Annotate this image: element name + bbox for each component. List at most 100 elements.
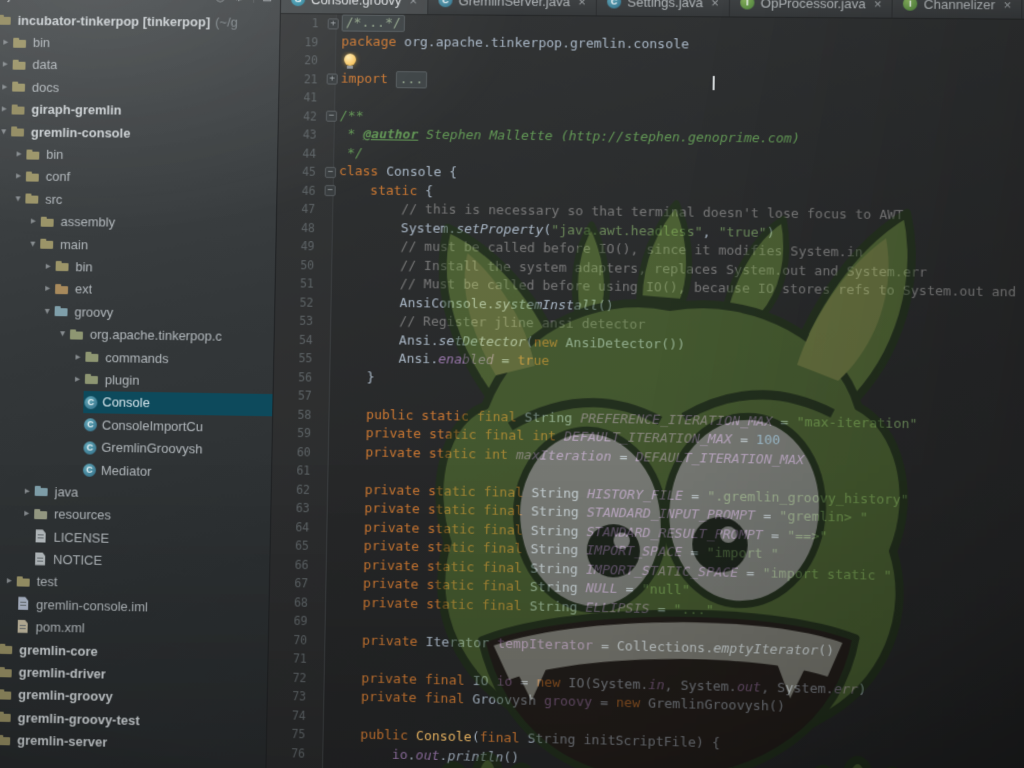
tree-item-content: bin xyxy=(54,255,275,280)
class-icon: C xyxy=(83,441,96,454)
fold-marker xyxy=(318,387,335,406)
chevron-right-icon[interactable]: ▸ xyxy=(0,37,12,48)
tree-item-label: conf xyxy=(46,169,71,184)
fold-marker[interactable]: − xyxy=(321,181,338,200)
fold-marker xyxy=(322,144,339,163)
tab-gremlinserver-java[interactable]: C GremlinServer.java × xyxy=(428,0,597,15)
line-number: 47 xyxy=(277,200,321,219)
folder-icon xyxy=(11,79,28,95)
chevron-right-icon[interactable]: ▸ xyxy=(71,351,84,362)
tree-item-bin[interactable]: ▸bin xyxy=(0,142,277,168)
tree-item-incubator-tinkerpop-tinkerpo[interactable]: ▾incubator-tinkerpop [tinkerpop](~/g xyxy=(0,9,280,34)
line-number: 71 xyxy=(268,649,313,669)
chevron-down-icon[interactable]: ▾ xyxy=(0,126,10,137)
tree-item-giraph-gremlin[interactable]: ▸giraph-gremlin xyxy=(0,98,278,123)
close-icon[interactable]: × xyxy=(1003,0,1011,12)
chevron-right-icon[interactable]: ▸ xyxy=(41,283,54,294)
chevron-right-icon[interactable]: ▸ xyxy=(12,171,25,182)
fold-marker xyxy=(319,293,336,312)
line-number: 42 xyxy=(279,107,323,126)
fold-marker xyxy=(316,462,333,481)
tree-item-gremlin-console[interactable]: ▾ gremlin-console xyxy=(0,120,278,146)
ide-window: Project ▾ ◎ ⚙ ⊟ ▾incubator-tinkerpop [ti… xyxy=(0,0,1024,768)
close-icon[interactable]: × xyxy=(874,0,882,11)
chevron-right-icon[interactable]: ▸ xyxy=(0,81,11,92)
fold-marker xyxy=(311,744,329,763)
panel-title[interactable]: Project xyxy=(0,0,27,2)
class-file-icon: C xyxy=(438,0,452,7)
close-icon[interactable]: × xyxy=(711,0,719,10)
chevron-right-icon[interactable]: ▸ xyxy=(0,59,12,70)
line-number: 55 xyxy=(274,349,319,368)
chevron-down-icon[interactable]: ▾ xyxy=(56,328,69,339)
tab-settings-java[interactable]: CSettings.java× xyxy=(597,0,731,16)
tree-item-content: giraph-gremlin xyxy=(10,98,278,123)
close-icon[interactable]: × xyxy=(578,0,586,9)
fold-marker[interactable]: + xyxy=(325,14,342,33)
tree-item-src[interactable]: ▾ src xyxy=(0,187,276,213)
chevron-down-icon[interactable]: ▾ xyxy=(11,193,24,204)
line-number: 74 xyxy=(267,705,312,725)
folder-icon xyxy=(40,213,57,229)
fold-marker xyxy=(313,631,331,650)
line-number: 44 xyxy=(278,144,322,163)
gear-icon[interactable]: ⚙ xyxy=(233,0,244,4)
code-lines: 1+/*...*/19package org.apache.tinkerpop.… xyxy=(267,14,1024,768)
tree-item-conf[interactable]: ▸ conf xyxy=(0,165,277,191)
tree-item-content: conf xyxy=(25,165,277,190)
chevron-right-icon[interactable]: ▸ xyxy=(27,216,40,227)
tab-console-groovy[interactable]: G Console.groovy × xyxy=(281,0,429,14)
project-tool-window: Project ▾ ◎ ⚙ ⊟ ▾incubator-tinkerpop [ti… xyxy=(0,0,281,768)
module-icon xyxy=(0,641,15,658)
fold-marker xyxy=(318,349,335,368)
module-icon xyxy=(0,709,14,726)
fold-marker[interactable]: − xyxy=(323,107,340,126)
tab-label: GremlinServer.java xyxy=(458,0,570,9)
fold-marker[interactable]: + xyxy=(323,70,340,89)
scroll-from-source-icon[interactable]: ◎ xyxy=(215,0,226,4)
fold-marker[interactable]: − xyxy=(322,163,339,182)
intention-bulb-icon[interactable] xyxy=(344,54,356,66)
tree-item-content: CConsoleImportCu xyxy=(83,413,272,439)
tree-item-label: src xyxy=(45,192,63,207)
tree-item-label: gremlin-groovy-test xyxy=(17,710,139,728)
chevron-down-icon[interactable]: ▾ xyxy=(26,238,39,249)
code-editor[interactable]: 1+/*...*/19package org.apache.tinkerpop.… xyxy=(266,14,1024,768)
tree-item-data[interactable]: ▸data xyxy=(0,53,279,78)
line-number: 51 xyxy=(276,274,320,293)
tree-item-label: gremlin-console xyxy=(31,124,131,140)
tree-item-label: groovy xyxy=(74,304,113,320)
tree-item-label: gremlin-server xyxy=(17,733,108,750)
fold-marker xyxy=(311,725,329,744)
module-icon xyxy=(0,12,14,28)
hide-panel-icon[interactable]: ⊟ xyxy=(262,0,272,4)
chevron-right-icon[interactable]: ▸ xyxy=(0,104,11,115)
tree-item-label: docs xyxy=(32,80,60,95)
folder-icon xyxy=(25,146,42,162)
class-icon: C xyxy=(84,396,97,409)
fold-marker xyxy=(312,706,330,725)
project-tree[interactable]: ▾incubator-tinkerpop [tinkerpop](~/g▸bin… xyxy=(0,7,280,768)
close-icon[interactable]: × xyxy=(410,0,418,8)
tree-item-label: java xyxy=(54,484,78,500)
tab-label: Console.groovy xyxy=(311,0,402,7)
tab-opprocessor-java[interactable]: IOpProcessor.java× xyxy=(730,0,893,18)
chevron-right-icon[interactable]: ▸ xyxy=(42,261,55,272)
fold-marker xyxy=(320,275,337,294)
tab-channelizer[interactable]: IChannelizer× xyxy=(893,0,1023,19)
tree-item-bin[interactable]: ▸bin xyxy=(0,31,279,56)
line-number: 60 xyxy=(272,442,317,462)
fold-marker xyxy=(321,200,338,219)
groovy-file-icon: G xyxy=(291,0,305,6)
tree-item-content: plugin xyxy=(84,368,273,394)
tree-item-docs[interactable]: ▸ docs xyxy=(0,75,279,100)
chevron-down-icon[interactable]: ▾ xyxy=(41,306,54,317)
chevron-right-icon[interactable]: ▸ xyxy=(3,575,16,586)
line-number: 73 xyxy=(268,686,313,706)
chevron-down-icon[interactable]: ▾ xyxy=(31,0,36,1)
chevron-right-icon[interactable]: ▸ xyxy=(20,508,33,519)
chevron-right-icon[interactable]: ▸ xyxy=(71,374,84,385)
chevron-right-icon[interactable]: ▸ xyxy=(12,148,25,159)
chevron-right-icon[interactable]: ▸ xyxy=(21,485,34,496)
tree-item-main[interactable]: ▾main xyxy=(0,232,276,258)
